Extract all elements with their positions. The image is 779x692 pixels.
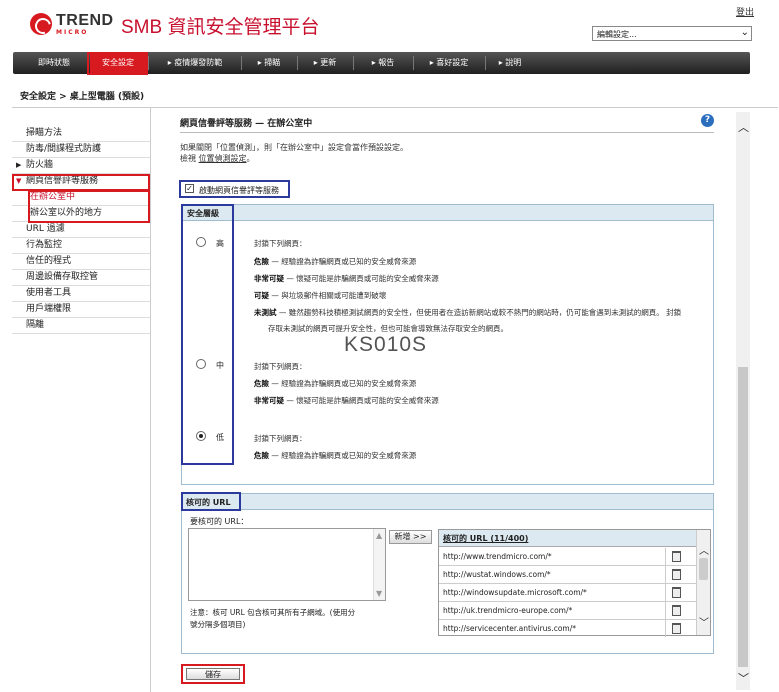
nav-update[interactable]: ▸ 更新 — [299, 52, 351, 74]
nav-preferences[interactable]: ▸ 喜好設定 — [415, 52, 483, 74]
table-row: http://www.trendmicro.com/* — [439, 548, 697, 566]
sidebar-item-trusted-programs[interactable]: 信任的程式 — [12, 254, 150, 270]
app-title: SMB 資訊安全管理平台 — [121, 17, 320, 38]
edit-settings-select[interactable]: 編輯設定... ⌄ — [592, 26, 752, 41]
sidebar-item-behavior-monitoring[interactable]: 行為監控 — [12, 238, 150, 254]
level-medium-label: 中 — [216, 361, 224, 370]
sidebar-highlight-main — [12, 174, 150, 191]
approved-url-title: 核可的 URL — [186, 498, 231, 507]
breadcrumb: 安全設定 > 桌上型電腦 (預設) — [20, 92, 145, 102]
chevron-down-icon: ﹀ — [699, 618, 709, 629]
security-level-header — [182, 205, 713, 221]
chevron-down-icon: ▼ — [376, 589, 383, 598]
sidebar-item-user-tools[interactable]: 使用者工具 — [12, 286, 150, 302]
sidebar-divider — [150, 108, 151, 692]
high-intro: 封鎖下列網頁： — [254, 239, 307, 248]
approved-url-note-cont: 號分隔多個項目) — [190, 620, 246, 629]
page-scrollbar[interactable]: ︿ ﹀ — [736, 112, 750, 690]
security-level-highlight — [181, 204, 234, 465]
location-awareness-link[interactable]: 位置偵測設定 — [199, 154, 247, 163]
enable-wrs-label: 啟動網頁信譽評等服務 — [199, 186, 279, 195]
medium-intro: 封鎖下列網頁： — [254, 362, 307, 371]
high-line-suspicious: 可疑 — 與垃圾郵件相關或可能遭到破壞 — [254, 291, 387, 300]
approved-url-input[interactable]: ▲ ▼ — [188, 528, 386, 601]
trash-icon[interactable] — [672, 551, 681, 562]
location-awareness-note: 檢視 位置偵測設定。 — [180, 154, 255, 163]
chevron-up-icon: ▲ — [376, 531, 383, 540]
description-text: 如果關閉「位置偵測」，則「在辦公室中」設定會當作預設設定。 — [180, 143, 408, 152]
sidebar-item-device-control[interactable]: 周邊設備存取控管 — [12, 270, 150, 286]
trash-icon[interactable] — [672, 569, 681, 580]
sidebar-highlight-sub — [28, 190, 150, 223]
chevron-up-icon: ︿ — [738, 121, 749, 134]
save-highlight-box: 儲存 — [181, 664, 245, 684]
level-high-label: 高 — [216, 239, 224, 248]
nav-reports[interactable]: ▸ 報告 — [355, 52, 411, 74]
url-list-scrollbar[interactable]: ︿ ﹀ — [696, 530, 710, 635]
table-row: http://servicecenter.antivirus.com/* — [439, 620, 697, 637]
approved-url-list-header[interactable]: 核可的 URL (11/400) — [439, 530, 697, 547]
chevron-up-icon: ︿ — [699, 546, 709, 557]
sidebar: 掃瞄方法 防毒/間諜程式防護 ▶ 防火牆 ▼ 網頁信譽評等服務 在辦公室中 辦公室以… — [12, 126, 150, 334]
security-level-title: 安全層級 — [187, 209, 219, 218]
trash-icon[interactable] — [672, 605, 681, 616]
triangle-right-icon: ▶ — [16, 161, 22, 169]
trash-icon[interactable] — [672, 623, 681, 634]
sidebar-item-antivirus[interactable]: 防毒/間諜程式防護 — [12, 142, 150, 158]
textarea-scrollbar[interactable]: ▲ ▼ — [373, 529, 385, 600]
sidebar-item-quarantine[interactable]: 隔離 — [12, 318, 150, 334]
nav-highlight-box — [87, 52, 148, 75]
medium-line-highly-suspicious: 非常可疑 — 懷疑可能是詐騙網頁或可能的安全威脅來源 — [254, 396, 439, 405]
logo-subtext: MICRO — [56, 29, 89, 36]
nav-scan[interactable]: ▸ 掃瞄 — [243, 52, 295, 74]
low-intro: 封鎖下列網頁： — [254, 434, 307, 443]
logo-text: TREND — [56, 12, 114, 29]
table-row: http://uk.trendmicro-europe.com/* — [439, 602, 697, 620]
scroll-thumb[interactable] — [738, 367, 748, 667]
nav-outbreak-defense[interactable]: ▸ 疫情爆發防範 — [150, 52, 240, 74]
high-line-highly-suspicious: 非常可疑 — 懷疑可能是詐騙網頁或可能的安全威脅來源 — [254, 274, 439, 283]
sidebar-item-firewall[interactable]: ▶ 防火牆 — [12, 158, 150, 174]
low-line-dangerous: 危險 — 經驗證為詐騙網頁或已知的安全威脅來源 — [254, 451, 417, 460]
logout-link[interactable]: 登出 — [736, 5, 754, 18]
high-line-untested: 未測試 — 雖然趨勢科技積極測試網頁的安全性，但使用者在造訪新網站或較不熱門的網… — [254, 308, 682, 317]
title-divider — [180, 132, 714, 133]
help-icon[interactable]: ? — [701, 114, 714, 127]
sidebar-item-scan-method[interactable]: 掃瞄方法 — [12, 126, 150, 142]
add-url-button[interactable]: 新增 >> — [389, 530, 432, 544]
approved-url-input-label: 要核可的 URL： — [190, 517, 249, 526]
sidebar-item-client-privileges[interactable]: 用戶端權限 — [12, 302, 150, 318]
level-low-radio[interactable] — [196, 431, 206, 441]
table-row: http://windowsupdate.microsoft.com/* — [439, 584, 697, 602]
trend-micro-logo-icon — [30, 13, 52, 35]
watermark: KS010S — [344, 333, 428, 356]
scroll-thumb[interactable] — [699, 558, 708, 580]
trash-icon[interactable] — [672, 587, 681, 598]
level-low-label: 低 — [216, 433, 224, 442]
medium-line-dangerous: 危險 — 經驗證為詐騙網頁或已知的安全威脅來源 — [254, 379, 417, 388]
save-button[interactable]: 儲存 — [186, 668, 240, 680]
chevron-down-icon: ﹀ — [738, 672, 749, 685]
level-high-radio[interactable] — [196, 237, 206, 247]
chevron-down-icon: ⌄ — [740, 27, 749, 38]
approved-url-note: 注意：核可 URL 包含核可其所有子網域。(使用分 — [190, 608, 356, 617]
header-divider — [12, 107, 778, 108]
page-title: 網頁信譽評等服務 — 在辦公室中 — [180, 119, 313, 129]
level-medium-radio[interactable] — [196, 359, 206, 369]
edit-settings-value: 編輯設定... — [597, 30, 637, 39]
approved-url-list: 核可的 URL (11/400) http://www.trendmicro.c… — [438, 529, 711, 637]
high-line-dangerous: 危險 — 經驗證為詐騙網頁或已知的安全威脅來源 — [254, 257, 417, 266]
sidebar-item-url-filtering[interactable]: URL 過濾 — [12, 222, 150, 238]
enable-wrs-checkbox[interactable]: ✓ — [185, 184, 194, 193]
nav-realtime-status[interactable]: 即時狀態 — [21, 52, 87, 74]
nav-help[interactable]: ▸ 說明 — [487, 52, 533, 74]
approved-url-header — [182, 494, 713, 510]
table-row: http://wustat.windows.com/* — [439, 566, 697, 584]
